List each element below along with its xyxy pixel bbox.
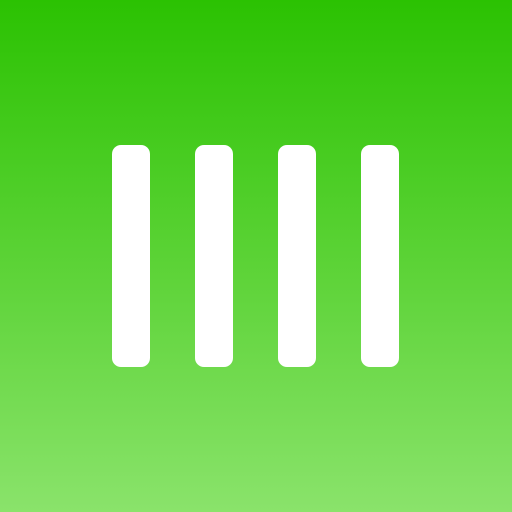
- vertical-bar-icon: [361, 145, 399, 367]
- vertical-bar-icon: [195, 145, 233, 367]
- vertical-bar-icon: [278, 145, 316, 367]
- vertical-bar-icon: [112, 145, 150, 367]
- app-icon[interactable]: [0, 0, 512, 512]
